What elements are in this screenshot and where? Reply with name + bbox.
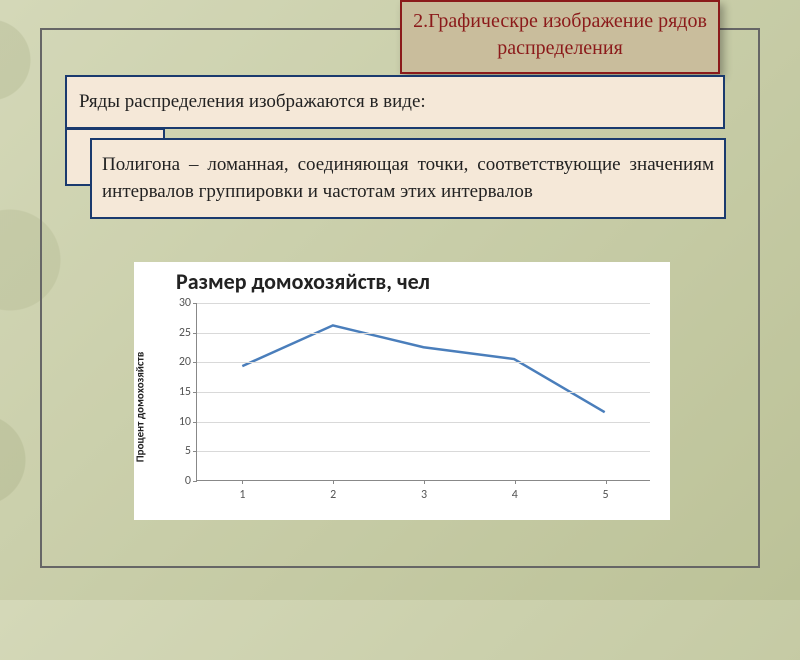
y-tickmark: [193, 451, 197, 452]
x-tickmark: [424, 480, 425, 484]
chart-container: Размер домохозяйств, чел Процент домохоз…: [134, 262, 670, 520]
gridline: [197, 392, 650, 393]
x-tick-label: 5: [603, 488, 609, 502]
intro-box: Ряды распределения изображаются в виде:: [65, 75, 725, 129]
polygon-definition-box: Полигона – ломанная, соединяющая точки, …: [90, 138, 726, 219]
x-tickmark: [333, 480, 334, 484]
y-tick-label: 5: [185, 444, 191, 458]
slide-title-box: 2.Графическре изображение рядов распреде…: [400, 0, 720, 74]
y-tick-label: 10: [179, 415, 191, 429]
x-tick-label: 2: [330, 488, 336, 502]
gridline: [197, 451, 650, 452]
chart-title: Размер домохозяйств, чел: [134, 262, 670, 297]
gridline: [197, 333, 650, 334]
x-tick-label: 1: [239, 488, 245, 502]
x-tickmark: [515, 480, 516, 484]
x-tickmark: [242, 480, 243, 484]
plot-area: 05101520253012345: [196, 303, 650, 481]
intro-text: Ряды распределения изображаются в виде:: [79, 91, 426, 112]
x-tick-label: 4: [512, 488, 518, 502]
y-tick-label: 0: [185, 474, 191, 488]
y-tick-label: 30: [179, 296, 191, 310]
gridline: [197, 303, 650, 304]
gridline: [197, 362, 650, 363]
y-tickmark: [193, 333, 197, 334]
y-tick-label: 20: [179, 355, 191, 369]
y-tickmark: [193, 481, 197, 482]
y-tickmark: [193, 303, 197, 304]
x-tickmark: [606, 480, 607, 484]
slide-title: 2.Графическре изображение рядов распреде…: [413, 10, 707, 59]
y-tickmark: [193, 362, 197, 363]
y-tick-label: 25: [179, 326, 191, 340]
gridline: [197, 422, 650, 423]
data-line: [242, 325, 604, 412]
y-tickmark: [193, 422, 197, 423]
polygon-text: Полигона – ломанная, соединяющая точки, …: [102, 154, 714, 202]
chart-body: Процент домохозяйств 05101520253012345: [134, 297, 670, 517]
y-tick-label: 15: [179, 385, 191, 399]
y-tickmark: [193, 392, 197, 393]
x-tick-label: 3: [421, 488, 427, 502]
chart-ylabel: Процент домохозяйств: [134, 337, 147, 477]
